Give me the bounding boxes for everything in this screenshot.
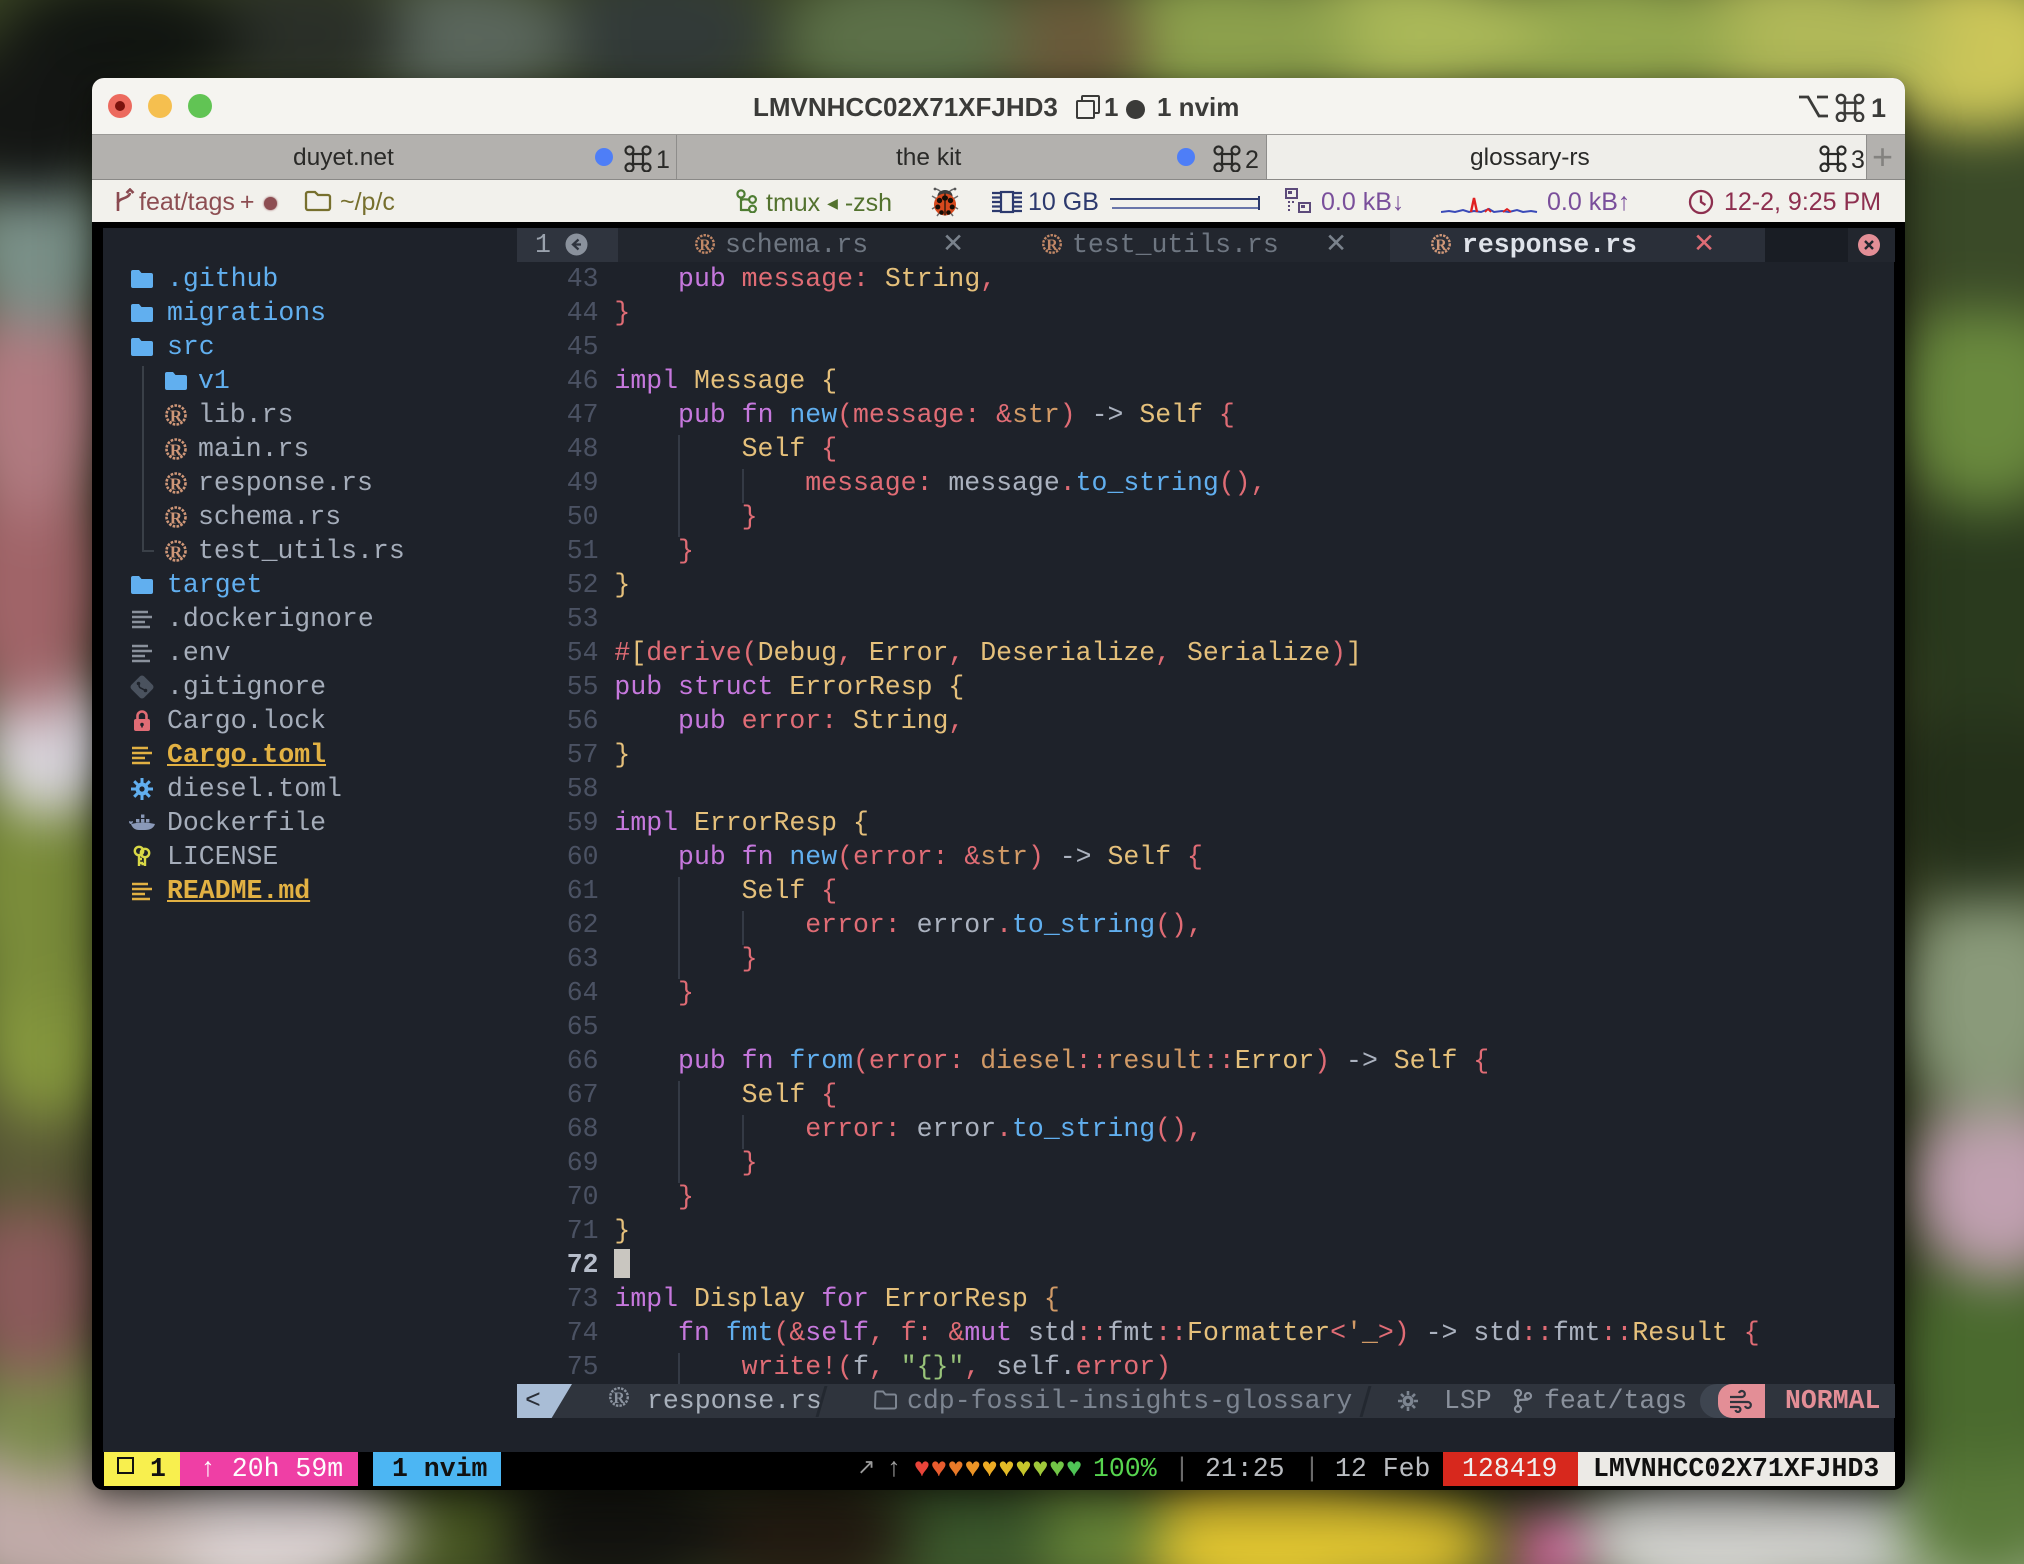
svg-text:R: R xyxy=(613,1390,625,1407)
svg-text:1: 1 xyxy=(1871,93,1886,122)
svg-text:2: 2 xyxy=(1245,146,1259,172)
svg-text:R: R xyxy=(170,475,183,494)
svg-text:R: R xyxy=(170,407,183,426)
svg-text:R: R xyxy=(170,543,183,562)
svg-text:R: R xyxy=(699,237,711,254)
svg-text:R: R xyxy=(1435,237,1447,254)
svg-text:1: 1 xyxy=(656,146,670,172)
svg-text:R: R xyxy=(170,441,183,460)
svg-text:3: 3 xyxy=(1851,146,1865,172)
svg-text:R: R xyxy=(170,509,183,528)
svg-text:R: R xyxy=(1046,237,1058,254)
